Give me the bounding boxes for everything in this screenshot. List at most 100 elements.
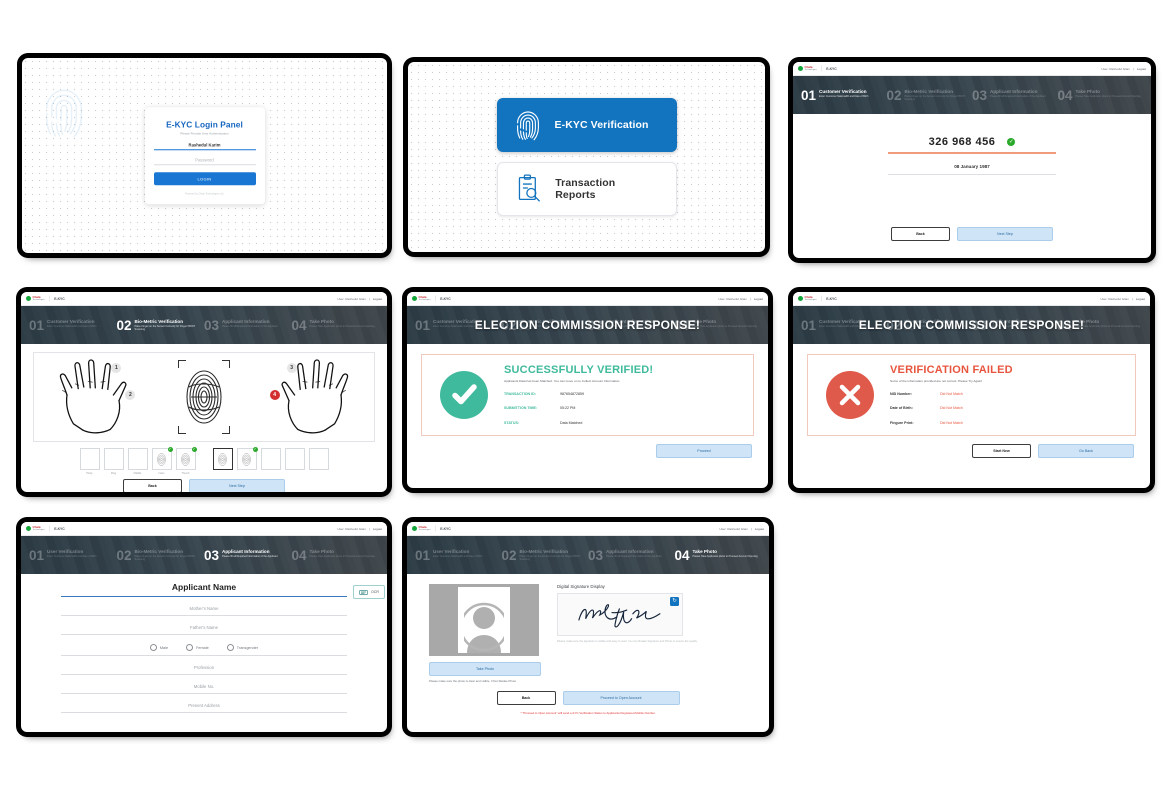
step-4[interactable]: 04 Take Photo Please Take Applicants pho…	[1058, 88, 1144, 102]
fingerprint-scanner-preview	[174, 357, 234, 437]
nid-input[interactable]: 326 968 456	[929, 136, 996, 148]
back-button[interactable]: Back	[891, 226, 950, 241]
step-3[interactable]: 03 Applicant Information Please fill all…	[588, 548, 675, 562]
take-photo-button[interactable]: Take Photo	[429, 662, 541, 676]
next-step-button[interactable]: Next Step	[957, 226, 1053, 241]
logout-link[interactable]: Logout	[373, 527, 382, 531]
slot-verified-icon: ✓	[167, 447, 173, 452]
step-subtitle: Please fill all Required Information of …	[222, 324, 278, 328]
step-1[interactable]: 01 Customer Verification Enter Customer …	[801, 87, 887, 103]
next-step-button[interactable]: Next Step	[189, 479, 285, 492]
detail-row: SUBMITTION TIME: 05:22 PM	[504, 406, 653, 411]
brand-separator: |	[434, 525, 437, 532]
refresh-icon[interactable]: ↻	[670, 597, 679, 606]
present-address-input[interactable]: Present Address	[61, 703, 347, 708]
step-3[interactable]: 03 Applicant Information Please fill all…	[204, 317, 292, 333]
logo-mark-icon	[798, 295, 803, 301]
step-1[interactable]: 01 User Verification Enter Customer Nati…	[29, 548, 117, 562]
radio-icon	[226, 644, 234, 651]
step-1[interactable]: 01 Customer Verification Enter Customer …	[29, 318, 117, 332]
mock-main-menu: E-KYC Verification Transaction Reports	[408, 62, 765, 252]
step-number: 03	[204, 317, 220, 333]
right-hand-graphic[interactable]: 3 4	[269, 355, 357, 440]
step-title: Bio-Metric Verification	[134, 318, 184, 324]
step-subtitle: Please Take Applicants photo to Proceed …	[309, 324, 375, 328]
slot-right-5[interactable]	[308, 448, 329, 475]
brand-separator: |	[820, 295, 823, 302]
brand: Chata Technologies | E-KYC	[798, 65, 837, 72]
password-input[interactable]: Password	[153, 157, 256, 166]
slot-ring[interactable]: Ring	[103, 448, 124, 475]
step-subtitle: Enter Customer NationalID and Date of Bi…	[819, 94, 869, 98]
step-2[interactable]: 02 Bio-Metric Verification Place Finger …	[887, 88, 973, 102]
step-title: Take Photo	[692, 548, 717, 554]
radio-icon	[149, 644, 157, 651]
logout-link[interactable]: Logout	[373, 297, 382, 301]
step-2[interactable]: 02 Bio-Metric Verification Place Finger …	[117, 548, 205, 562]
response-banner: ELECTION COMMISSION RESPONSE!	[858, 318, 1085, 332]
detail-row: STATUS: Data Matched	[504, 421, 653, 426]
step-number: 04	[674, 547, 690, 563]
back-button[interactable]: Back	[123, 479, 182, 492]
brand-subtitle: Technologies	[32, 528, 45, 531]
step-2[interactable]: 02 Bio-Metric Verification Place Finger …	[502, 548, 589, 562]
go-back-button[interactable]: Go Back	[1038, 444, 1134, 458]
menu-item-ekyc-verification[interactable]: E-KYC Verification	[496, 98, 677, 152]
login-button[interactable]: LOGIN	[153, 172, 256, 186]
step-3[interactable]: 03 Applicant Information Please fill all…	[972, 88, 1058, 102]
step-number: 01	[801, 87, 817, 103]
navbar-separator: |	[750, 296, 751, 301]
current-user-label: User: Rashedul Islam	[718, 296, 748, 301]
username-input[interactable]: Rashedul Karim	[153, 142, 256, 151]
step-4[interactable]: 04 Take Photo Please Take Applicants pho…	[292, 548, 380, 562]
step-subtitle: Please Take Applicants photo to Proceed …	[309, 554, 375, 558]
slot-right-2[interactable]: ✓	[236, 447, 258, 475]
step-4[interactable]: 04 Take Photo Please Take Applicants pho…	[292, 318, 380, 332]
step-4[interactable]: 04 Take Photo Please Take Applicants pho…	[674, 547, 762, 563]
slot-thumb[interactable]: ✓ Thumb	[175, 447, 197, 475]
action-buttons: Proceed	[407, 436, 768, 458]
logout-link[interactable]: Logout	[755, 527, 764, 531]
slot-right-4[interactable]	[284, 448, 305, 475]
applicant-name-input[interactable]: Applicant Name	[61, 582, 347, 592]
gender-option-female[interactable]: Female	[186, 644, 209, 651]
slot-label: Thumb	[181, 472, 190, 475]
back-button[interactable]: Back	[496, 691, 556, 705]
logout-link[interactable]: Logout	[1136, 297, 1145, 301]
gender-label: Female	[196, 645, 209, 650]
start-new-button[interactable]: Start New	[972, 444, 1031, 458]
step-2[interactable]: 02 Bio-Metric Verification Place Finger …	[117, 318, 205, 332]
slot-index[interactable]: ✓ Index	[151, 447, 173, 475]
fingerprint-slots: Pinky Ring Middle ✓ Index ✓ Thumb ✓	[21, 447, 387, 475]
profession-input[interactable]: Profession	[61, 665, 347, 670]
finger-marker-2: 2	[125, 389, 136, 400]
mothers-name-input[interactable]: Mother's Name	[61, 606, 347, 611]
navbar-separator: |	[1133, 66, 1134, 71]
proceed-to-open-account-button[interactable]: Proceed to Open Account	[562, 691, 680, 705]
logout-link[interactable]: Logout	[1137, 67, 1146, 71]
step-subtitle: Please fill all Required Information of …	[606, 554, 662, 558]
gender-option-male[interactable]: Male	[149, 644, 168, 651]
proceed-button[interactable]: Proceed	[656, 444, 752, 458]
step-3[interactable]: 03 Applicant Information Please fill all…	[204, 548, 292, 562]
mobile-input[interactable]: Mobile No.	[61, 684, 347, 689]
slot-pinky[interactable]: Pinky	[79, 448, 100, 475]
detail-key: NID Number:	[890, 391, 912, 396]
brand-separator: |	[48, 295, 51, 302]
step-1[interactable]: 01 User Verification Enter Customer Nati…	[415, 548, 502, 562]
logout-link[interactable]: Logout	[754, 297, 763, 301]
profession-row: Profession	[61, 665, 347, 675]
slot-middle[interactable]: Middle	[127, 448, 148, 475]
dob-input[interactable]: 08 January 1987	[793, 164, 1151, 169]
nid-row: 326 968 456 ✓	[793, 114, 1151, 148]
slot-right-1[interactable]	[212, 448, 233, 475]
slot-right-3[interactable]	[260, 448, 281, 475]
cross-mark-icon	[826, 371, 874, 419]
gender-option-transgender[interactable]: Transgender	[226, 644, 258, 651]
ocr-button[interactable]: OCR	[353, 585, 385, 599]
mock-customer-verification: Chata Technologies | E-KYC User: Rashedu…	[793, 62, 1151, 258]
app-name: E-KYC	[440, 526, 451, 531]
fathers-name-input[interactable]: Father's Name	[61, 625, 347, 630]
left-hand-graphic[interactable]: 1 2	[51, 355, 139, 440]
menu-item-transaction-reports[interactable]: Transaction Reports	[496, 162, 677, 216]
